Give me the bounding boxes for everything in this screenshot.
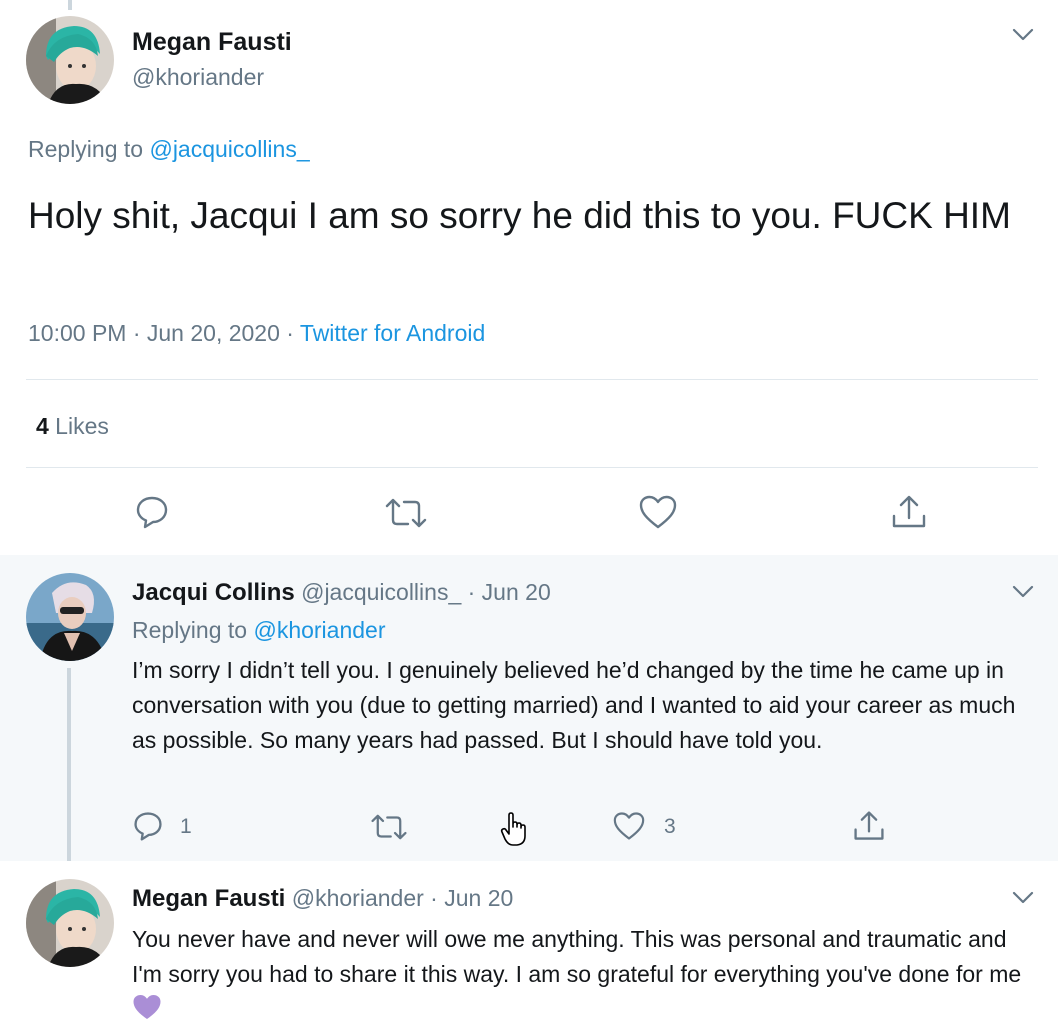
reply-icon[interactable]	[134, 494, 170, 530]
retweet-icon[interactable]	[370, 812, 408, 842]
chevron-down-icon[interactable]	[1012, 28, 1034, 42]
reply-meta[interactable]: @khoriander · Jun 20	[285, 885, 514, 911]
chevron-down-icon[interactable]	[1012, 891, 1034, 905]
replying-to: Replying to @khoriander	[132, 617, 386, 644]
thread-line	[67, 668, 71, 861]
replying-to: Replying to @jacquicollins_	[28, 136, 310, 163]
author-handle[interactable]: @khoriander	[132, 64, 264, 91]
reply-meta[interactable]: @jacquicollins_ · Jun 20	[295, 579, 551, 605]
heart-icon[interactable]	[638, 494, 678, 530]
tweet-meta: 10:00 PM · Jun 20, 2020 · Twitter for An…	[28, 320, 485, 347]
avatar[interactable]	[26, 879, 114, 967]
share-icon[interactable]	[890, 493, 928, 531]
avatar[interactable]	[26, 573, 114, 661]
thread-line	[68, 0, 72, 10]
like-count: 3	[664, 815, 676, 838]
likes-stat[interactable]: 4 Likes	[36, 413, 109, 440]
heart-icon[interactable]	[612, 811, 646, 841]
replying-handle-link[interactable]: @jacquicollins_	[149, 136, 309, 162]
likes-label: Likes	[48, 413, 109, 439]
reply-text: I’m sorry I didn’t tell you. I genuinely…	[132, 657, 1016, 753]
author-name[interactable]: Megan Fausti	[132, 28, 292, 57]
tweet-source[interactable]: Twitter for Android	[300, 320, 485, 346]
reply-tweet[interactable]: Jacqui Collins @jacquicollins_ · Jun 20 …	[0, 555, 1058, 861]
author-name[interactable]: Jacqui Collins	[132, 579, 295, 606]
replying-prefix: Replying to	[28, 136, 150, 162]
reply-header: Jacqui Collins @jacquicollins_ · Jun 20	[132, 579, 551, 607]
reply-count: 1	[180, 815, 192, 838]
author-name[interactable]: Megan Fausti	[132, 885, 285, 912]
tweet-time[interactable]: 10:00 PM · Jun 20, 2020 ·	[28, 320, 300, 346]
reply-tweet[interactable]: Megan Fausti @khoriander · Jun 20 You ne…	[0, 861, 1058, 1021]
replying-prefix: Replying to	[132, 617, 254, 643]
reply-text: You never have and never will owe me any…	[132, 922, 1042, 1021]
tweet-text: Holy shit, Jacqui I am so sorry he did t…	[28, 195, 1011, 236]
share-icon[interactable]	[852, 809, 886, 843]
purple-heart-emoji	[132, 993, 162, 1021]
chevron-down-icon[interactable]	[1012, 585, 1034, 599]
reply-text-body: You never have and never will owe me any…	[132, 926, 1022, 987]
hand-cursor-icon	[500, 812, 528, 848]
reply-header: Megan Fausti @khoriander · Jun 20	[132, 885, 513, 913]
divider	[26, 379, 1038, 380]
main-tweet: Megan Fausti @khoriander Replying to @ja…	[0, 0, 1058, 555]
replying-handle-link[interactable]: @khoriander	[253, 617, 385, 643]
divider	[26, 467, 1038, 468]
likes-count: 4	[36, 413, 49, 439]
retweet-icon[interactable]	[384, 496, 428, 530]
reply-icon[interactable]	[132, 810, 164, 842]
avatar[interactable]	[26, 16, 114, 104]
